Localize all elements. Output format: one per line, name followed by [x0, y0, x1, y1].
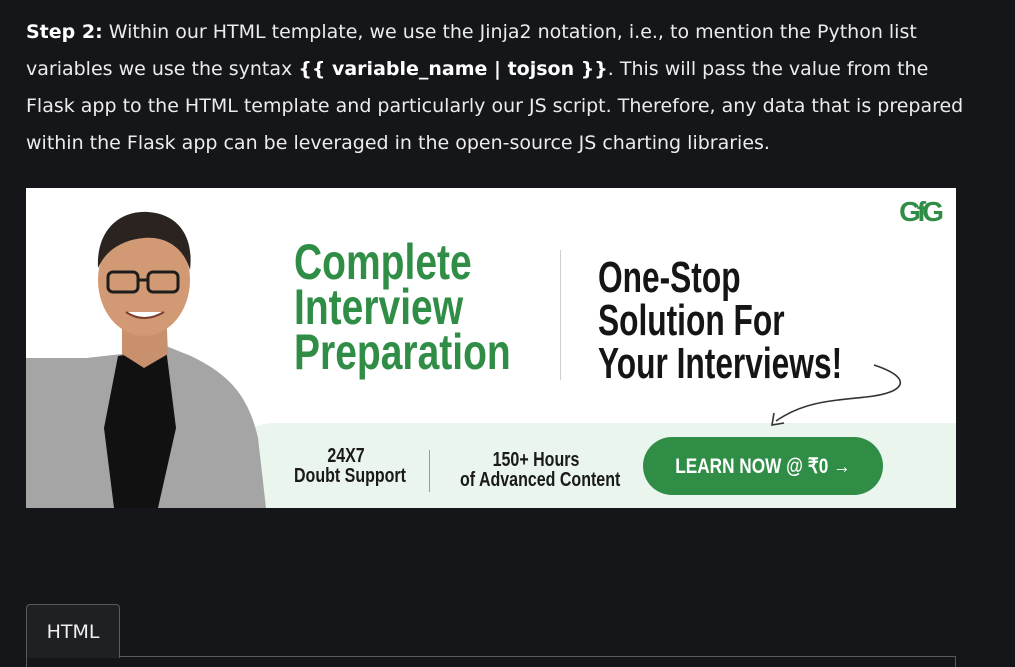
syntax-code: {{ variable_name | tojson }} — [298, 58, 608, 80]
learn-now-button[interactable]: LEARN NOW @ ₹0 → — [643, 437, 883, 495]
gfg-logo-icon: GfG — [899, 196, 944, 227]
tagline-line: One-Stop — [598, 253, 741, 302]
feature-doubt-support: 24X7 Doubt Support — [294, 445, 406, 487]
feature-line: Doubt Support — [294, 465, 406, 487]
promo-banner[interactable]: GfG Complete Interview Preparation One-S… — [26, 188, 956, 508]
curved-arrow-icon — [771, 364, 901, 426]
code-block — [26, 657, 956, 667]
feature-divider — [429, 450, 430, 492]
feature-line: of Advanced Content — [460, 469, 621, 491]
banner-title: Complete Interview Preparation — [294, 237, 511, 380]
article-paragraph: Step 2: Within our HTML template, we use… — [26, 14, 966, 162]
learn-now-label: LEARN NOW @ ₹0 → — [675, 454, 851, 478]
tab-html[interactable]: HTML — [26, 604, 120, 658]
vertical-divider — [560, 250, 561, 380]
tagline-line: Solution For — [598, 296, 785, 345]
feature-line: 150+ Hours — [492, 449, 580, 471]
instructor-photo — [26, 211, 266, 508]
step-label: Step 2: — [26, 21, 103, 43]
feature-line: 24X7 — [327, 445, 365, 467]
title-line: Preparation — [294, 324, 511, 380]
feature-advanced-content: 150+ Hours of Advanced Content — [460, 449, 621, 491]
